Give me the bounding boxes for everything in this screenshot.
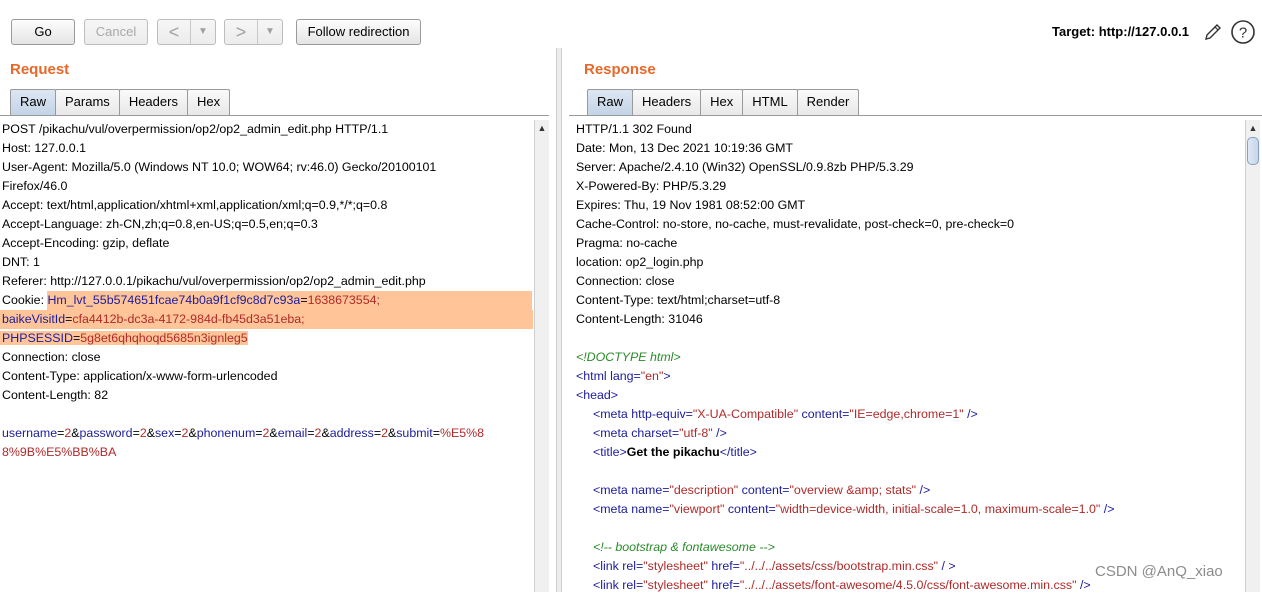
- scroll-up-icon[interactable]: ▲: [1246, 120, 1260, 136]
- forward-dropdown-icon[interactable]: ▼: [257, 20, 282, 44]
- html-line: <html lang="en">: [576, 369, 671, 383]
- cookie-name: Hm_lvt_55b574651fcae74b0a9f1cf9c8d7c93a: [47, 293, 301, 307]
- request-line: Accept-Encoding: gzip, deflate: [2, 236, 170, 250]
- request-line: Accept: text/html,application/xhtml+xml,…: [2, 198, 388, 212]
- scroll-thumb[interactable]: [1247, 137, 1259, 165]
- request-line: DNT: 1: [2, 255, 40, 269]
- forward-history-button[interactable]: > ▼: [224, 19, 283, 45]
- cookie-label: Cookie:: [2, 293, 48, 307]
- help-icon[interactable]: ?: [1230, 19, 1256, 45]
- html-line: <meta name="description" content="overvi…: [593, 483, 931, 497]
- request-line: Host: 127.0.0.1: [2, 141, 87, 155]
- cancel-button[interactable]: Cancel: [84, 19, 148, 45]
- html-line: <!-- bootstrap & fontawesome -->: [593, 540, 775, 554]
- request-tab-hex[interactable]: Hex: [186, 89, 231, 115]
- response-line: X-Powered-By: PHP/5.3.29: [576, 179, 727, 193]
- scroll-up-icon[interactable]: ▲: [535, 120, 549, 136]
- back-history-button[interactable]: < ▼: [157, 19, 216, 45]
- html-line: <meta http-equiv="X-UA-Compatible" conte…: [593, 407, 978, 421]
- target-label: Target: http://127.0.0.1: [1052, 24, 1190, 39]
- response-line: HTTP/1.1 302 Found: [576, 122, 692, 136]
- request-line: Referer: http://127.0.0.1/pikachu/vul/ov…: [2, 274, 426, 288]
- response-tabs: Raw Headers Hex HTML Render: [587, 89, 860, 115]
- response-line: Content-Length: 31046: [576, 312, 703, 326]
- cookie-value: 5g8et6qhqhoqd5685n3ignleg5: [80, 331, 248, 345]
- request-line: Accept-Language: zh-CN,zh;q=0.8,en-US;q=…: [2, 217, 318, 231]
- request-body-line: 8%9B%E5%BB%BA: [2, 445, 117, 459]
- html-line: <head>: [576, 388, 619, 402]
- cookie-line: PHPSESSID=5g8et6qhqhoqd5685n3ignleg5: [0, 331, 248, 345]
- response-tab-render[interactable]: Render: [796, 89, 860, 115]
- svg-text:?: ?: [1239, 25, 1247, 42]
- response-line: Server: Apache/2.4.10 (Win32) OpenSSL/0.…: [576, 160, 914, 174]
- request-line: POST /pikachu/vul/overpermission/op2/op2…: [2, 122, 389, 136]
- watermark: CSDN @AnQ_xiao: [1095, 563, 1223, 580]
- response-line: Connection: close: [576, 274, 675, 288]
- request-line: Firefox/46.0: [2, 179, 68, 193]
- back-arrow-icon: <: [168, 22, 180, 42]
- response-line: Pragma: no-cache: [576, 236, 678, 250]
- html-line: <title>Get the pikachu</title>: [593, 445, 757, 459]
- response-line: Cache-Control: no-store, no-cache, must-…: [576, 217, 1015, 231]
- cookie-value: 1638673554;: [307, 293, 380, 307]
- response-tab-raw[interactable]: Raw: [587, 89, 634, 115]
- pencil-icon[interactable]: [1202, 21, 1224, 43]
- request-line: Content-Type: application/x-www-form-url…: [2, 369, 278, 383]
- panel-splitter[interactable]: [556, 48, 562, 592]
- request-editor[interactable]: POST /pikachu/vul/overpermission/op2/op2…: [0, 120, 533, 462]
- cookie-line: baikeVisitId=cfa4412b-dc3a-4172-984d-fb4…: [0, 310, 533, 329]
- response-tab-headers[interactable]: Headers: [632, 89, 702, 115]
- cookie-value: cfa4412b-dc3a-4172-984d-fb45d3a51eba;: [72, 312, 305, 326]
- html-line: <!DOCTYPE html>: [576, 350, 681, 364]
- forward-arrow-icon: >: [235, 22, 247, 42]
- request-title: Request: [10, 61, 70, 78]
- response-line: Date: Mon, 13 Dec 2021 10:19:36 GMT: [576, 141, 793, 155]
- response-tab-hex[interactable]: Hex: [700, 89, 744, 115]
- request-line: Content-Length: 82: [2, 388, 109, 402]
- request-tab-params[interactable]: Params: [55, 89, 120, 115]
- response-line: Expires: Thu, 19 Nov 1981 08:52:00 GMT: [576, 198, 806, 212]
- response-scrollbar[interactable]: ▲: [1245, 120, 1260, 592]
- request-body-line: username=2&password=2&sex=2&phonenum=2&e…: [2, 426, 485, 440]
- cookie-name: PHPSESSID: [2, 331, 73, 345]
- go-button[interactable]: Go: [11, 19, 75, 45]
- request-scrollbar[interactable]: ▲: [534, 120, 549, 592]
- follow-redirection-button[interactable]: Follow redirection: [296, 19, 421, 45]
- request-tabs: Raw Params Headers Hex: [10, 89, 231, 115]
- response-tab-html[interactable]: HTML: [742, 89, 798, 115]
- request-tab-headers[interactable]: Headers: [118, 89, 188, 115]
- back-dropdown-icon[interactable]: ▼: [190, 20, 215, 44]
- html-line: <meta charset="utf-8" />: [593, 426, 727, 440]
- cookie-name: baikeVisitId: [2, 312, 66, 326]
- response-line: location: op2_login.php: [576, 255, 704, 269]
- response-line: Content-Type: text/html;charset=utf-8: [576, 293, 781, 307]
- response-editor[interactable]: HTTP/1.1 302 Found Date: Mon, 13 Dec 202…: [576, 120, 1244, 595]
- response-title: Response: [584, 61, 656, 78]
- cookie-line: Cookie: Hm_lvt_55b574651fcae74b0a9f1cf9c…: [2, 291, 533, 310]
- request-line: User-Agent: Mozilla/5.0 (Windows NT 10.0…: [2, 160, 437, 174]
- request-line: Connection: close: [2, 350, 101, 364]
- request-tab-raw[interactable]: Raw: [10, 89, 57, 115]
- html-line: <meta name="viewport" content="width=dev…: [593, 502, 1115, 516]
